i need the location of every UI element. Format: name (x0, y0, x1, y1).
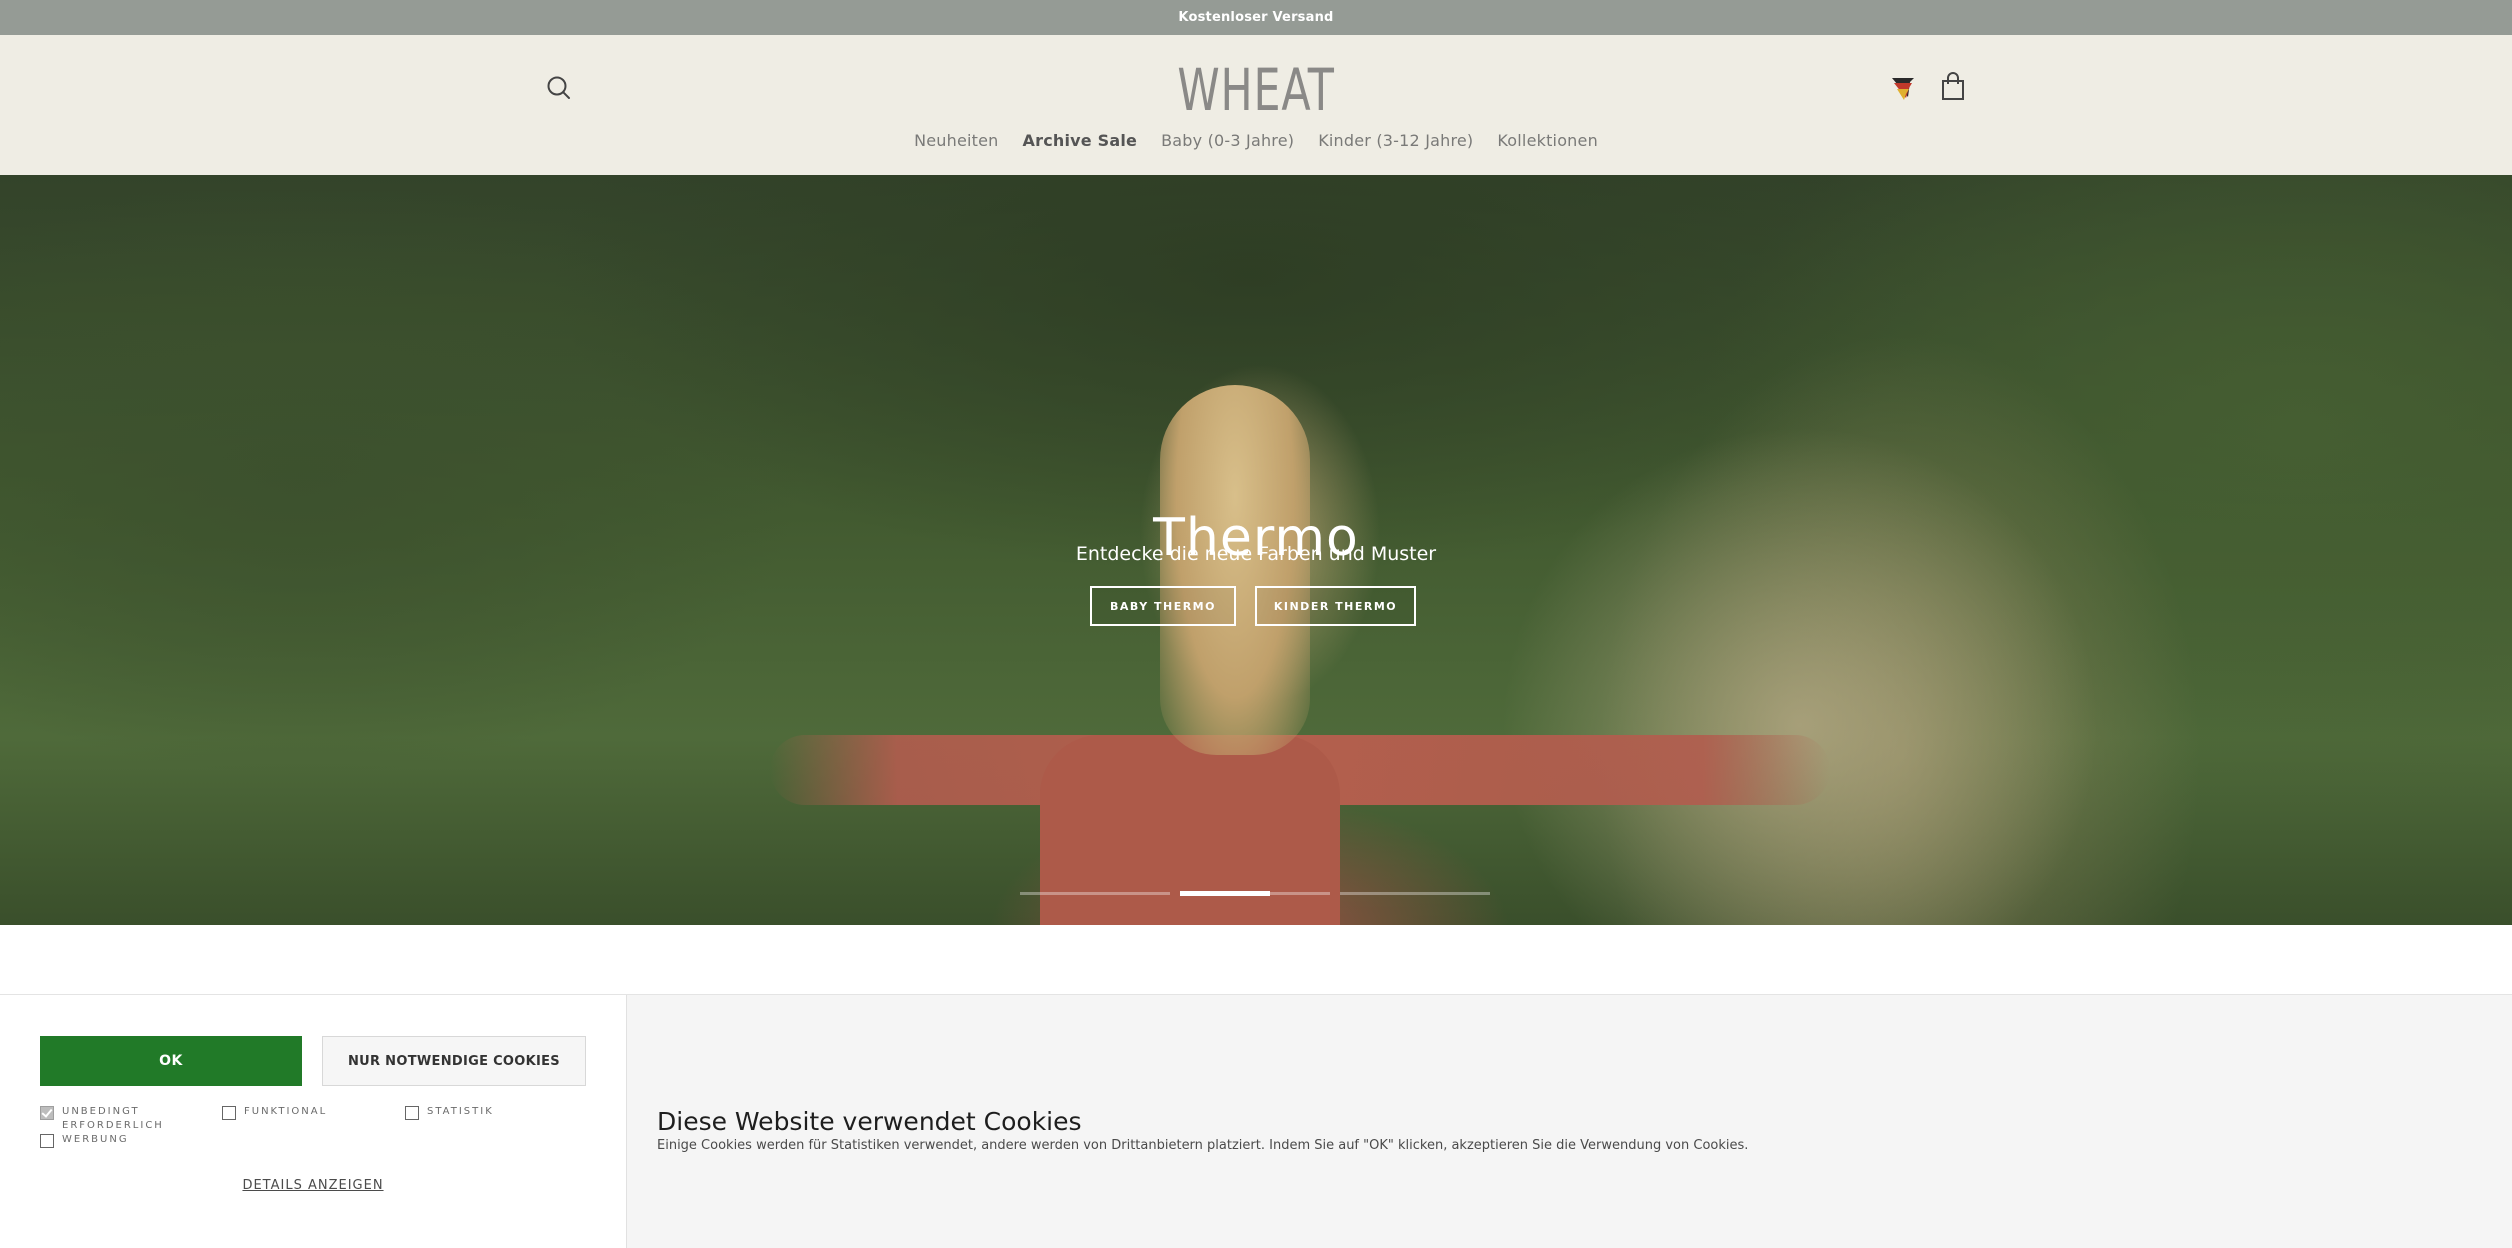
flag-icon (1892, 78, 1914, 100)
nav-item-kollektionen[interactable]: Kollektionen (1497, 131, 1598, 150)
slide-indicator-1[interactable] (1020, 892, 1170, 895)
checkbox-advertising-label: WERBUNG (62, 1134, 129, 1145)
nav-item-kinder[interactable]: Kinder (3-12 Jahre) (1318, 131, 1473, 150)
shopping-bag-icon (1942, 72, 1964, 100)
cookie-option-statistics[interactable]: STATISTIK (405, 1105, 547, 1120)
search-icon (547, 76, 570, 99)
announcement-bar: Kostenloser Versand (0, 0, 2512, 35)
baby-thermo-button[interactable]: BABY THERMO (1090, 586, 1236, 626)
nav-item-baby[interactable]: Baby (0-3 Jahre) (1161, 131, 1294, 150)
cookie-option-functional[interactable]: FUNKTIONAL (222, 1105, 364, 1120)
cookie-details-link[interactable]: DETAILS ANZEIGEN (0, 1178, 626, 1193)
hero-banner: Thermo Entdecke die neue Farben und Must… (0, 175, 2512, 925)
cookie-controls: OK NUR NOTWENDIGE COOKIES UNBEDINGT ERFO… (0, 995, 627, 1248)
slide-indicator-3[interactable] (1340, 892, 1490, 895)
checkbox-functional-label: FUNKTIONAL (244, 1106, 328, 1117)
cookie-necessary-only-button[interactable]: NUR NOTWENDIGE COOKIES (322, 1036, 586, 1086)
cookie-title: Diese Website verwendet Cookies (657, 1106, 1082, 1136)
cart-button[interactable] (1938, 71, 1968, 103)
nav-item-neuheiten[interactable]: Neuheiten (914, 131, 998, 150)
slide-indicator-2[interactable] (1180, 891, 1330, 896)
cookie-ok-button[interactable]: OK (40, 1036, 302, 1086)
checkbox-functional[interactable] (222, 1106, 236, 1120)
checkbox-necessary-label: UNBEDINGT ERFORDERLICH (62, 1106, 164, 1131)
hero-subtitle: Entdecke die neue Farben und Muster (1075, 543, 1437, 565)
cookie-banner: OK NUR NOTWENDIGE COOKIES UNBEDINGT ERFO… (0, 994, 2512, 1248)
announcement-text: Kostenloser Versand (1178, 10, 1334, 25)
cookie-option-advertising[interactable]: WERBUNG (40, 1133, 182, 1148)
site-logo[interactable]: WHEAT (1169, 56, 1343, 124)
hero-image-jacket (1040, 735, 1340, 925)
hero-image-hair (1160, 385, 1310, 755)
checkbox-necessary[interactable] (40, 1106, 54, 1120)
checkbox-advertising[interactable] (40, 1134, 54, 1148)
cookie-description: Einige Cookies werden für Statistiken ve… (657, 1138, 1749, 1153)
nav-item-archive-sale[interactable]: Archive Sale (1023, 131, 1138, 150)
search-button[interactable] (544, 73, 574, 103)
country-selector[interactable] (1888, 73, 1918, 103)
cookie-option-necessary[interactable]: UNBEDINGT ERFORDERLICH (40, 1105, 182, 1133)
main-navigation: Neuheiten Archive Sale Baby (0-3 Jahre) … (0, 125, 2512, 155)
checkbox-statistics-label: STATISTIK (427, 1106, 494, 1117)
slide-progress (1180, 891, 1270, 896)
kinder-thermo-button[interactable]: KINDER THERMO (1255, 586, 1416, 626)
site-header: WHEAT Neuheiten Archive Sale Baby (0-3 J… (0, 35, 2512, 175)
checkbox-statistics[interactable] (405, 1106, 419, 1120)
hero-image-path (1500, 425, 2100, 925)
